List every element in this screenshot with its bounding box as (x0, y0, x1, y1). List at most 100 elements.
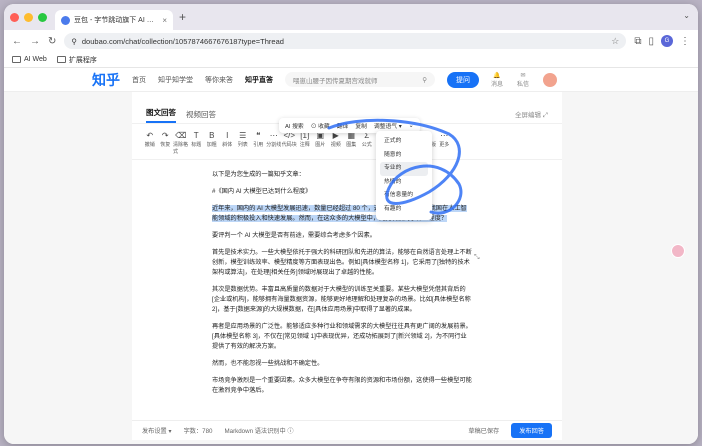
tone-option[interactable]: 随意的 (380, 149, 428, 163)
format-tool-icon: ↷ (161, 131, 169, 140)
bookmark-ai-web[interactable]: AI Web (12, 56, 47, 63)
close-window-button[interactable] (10, 12, 19, 22)
new-tab-button[interactable]: + (179, 10, 186, 24)
tone-option[interactable]: 正式的 (380, 135, 428, 149)
paragraph-text: 以下是为您生成的一篇知乎文章： (212, 171, 305, 178)
maximize-window-button[interactable] (38, 12, 47, 22)
profile-avatar[interactable]: G (661, 35, 673, 47)
selection-action-2[interactable]: 翻译 (337, 121, 349, 130)
format-tool-12[interactable]: ▶ 视频 (328, 130, 344, 155)
ask-button[interactable]: 提问 (447, 71, 479, 88)
format-tool-3[interactable]: T 标题 (189, 130, 205, 155)
format-tool-14[interactable]: Σ 公式 (359, 130, 375, 155)
bookmark-star-icon[interactable]: ☆ (611, 36, 619, 47)
editor-content[interactable]: 以下是为您生成的一篇知乎文章： #《国内 AI 大模型已达到什么程度》近年来，国内… (132, 160, 562, 396)
tab-strip: 豆包 - 字节跳动旗下 AI 智能助手 × + ⌄ (4, 4, 698, 30)
sidebar-icon[interactable]: ▯ (648, 36, 654, 47)
bell-icon: 🔔 (493, 72, 501, 79)
nav-waiting-answers[interactable]: 等你来答 (205, 75, 233, 85)
content-paragraph[interactable]: 其次是数据优势。丰富且高质量的数据对于大模型的训练至关重要。某些大模型凭借其背后… (212, 285, 472, 315)
format-tool-9[interactable]: </> 代码块 (282, 130, 298, 155)
content-paragraph[interactable]: 要评判一个 AI 大模型是否有前途，需要综合考虑多个因素。 (212, 231, 472, 241)
format-tool-icon: ↶ (146, 131, 154, 140)
user-avatar[interactable] (543, 72, 558, 87)
content-paragraph[interactable]: 近年来，国内的 AI 大模型发展迅速，数量已经超过 80 个，这一数据不仅体现了… (212, 204, 472, 224)
content-paragraph[interactable]: 以下是为您生成的一篇知乎文章： (212, 170, 472, 180)
paragraph-text: 其次是数据优势。丰富且高质量的数据对于大模型的训练至关重要。某些大模型凭借其背后… (212, 286, 471, 313)
search-icon[interactable]: ⚲ (422, 76, 427, 84)
format-tool-label: 代码块 (281, 142, 297, 148)
search-input[interactable]: 喂崽山腰子因传夏期宫戏就师 ⚲ (285, 72, 435, 87)
content-paragraph[interactable]: #《国内 AI 大模型已达到什么程度》 (212, 187, 472, 197)
format-tool-8[interactable]: ⋯ 分割线 (266, 130, 282, 155)
format-tool-label: 斜体 (222, 142, 233, 148)
back-icon[interactable]: ← (12, 36, 22, 47)
bookmark-label: AI Web (24, 56, 47, 63)
window-controls (10, 12, 47, 22)
format-tool-icon: ⋯ (269, 131, 278, 140)
format-tool-icon: ⋯ (440, 131, 449, 140)
format-tool-7[interactable]: ❝ 引用 (251, 130, 267, 155)
tab-title: 豆包 - 字节跳动旗下 AI 智能助手 (74, 17, 158, 24)
format-tool-13[interactable]: ▦ 图集 (344, 130, 360, 155)
fullscreen-edit-button[interactable]: 全屏编辑 ⤢ (515, 109, 548, 120)
assistant-avatar[interactable] (671, 244, 685, 258)
format-tool-label: 加粗 (206, 142, 217, 148)
private-messages-button[interactable]: ✉ 私信 (517, 72, 529, 88)
content-paragraph[interactable]: 再者是应用场景的广泛性。能够适应多种行业和领域需求的大模型往往具有更广阔的发展前… (212, 322, 472, 352)
tab-image-text-answer[interactable]: 图文回答 (146, 107, 176, 123)
markdown-hint: Markdown 语法识别中 ⓘ (224, 428, 294, 435)
tab-search-icon[interactable]: ⌄ (683, 11, 690, 20)
content-paragraph[interactable]: 市场竞争激烈是一个重要因素。众多大模型在争夺有限的资源和市场份额，这使得一些模型… (212, 376, 472, 396)
format-tool-label: 视频 (330, 142, 341, 148)
nav-home[interactable]: 首页 (132, 75, 146, 85)
tone-option[interactable]: 热情的 (380, 176, 428, 190)
forward-icon[interactable]: → (30, 36, 40, 47)
tone-option[interactable]: 有趣的 (380, 203, 428, 217)
format-tool-5[interactable]: I 斜体 (220, 130, 236, 155)
selection-action-0[interactable]: AI 搜索 (285, 121, 304, 130)
format-tool-11[interactable]: ▣ 图片 (313, 130, 329, 155)
minimize-window-button[interactable] (24, 12, 33, 22)
reload-icon[interactable]: ↻ (48, 36, 56, 47)
selection-action-4[interactable]: 调整语气 ▾ (374, 121, 402, 130)
format-tool-icon: ⌫ (175, 131, 187, 140)
publish-answer-button[interactable]: 发布回答 (511, 423, 552, 438)
messages-label: 消息 (491, 81, 504, 88)
zhihu-logo[interactable]: 知乎 (92, 70, 120, 90)
format-tool-label: 清除格式 (173, 142, 189, 155)
format-tool-0[interactable]: ↶ 撤销 (142, 130, 158, 155)
tab-video-answer[interactable]: 视频回答 (186, 109, 216, 120)
editor-footer: 发布设置 ▾ 字数：780 Markdown 语法识别中 ⓘ 草稿已保存 发布回… (132, 420, 562, 440)
tone-option[interactable]: 有信息量的 (380, 189, 428, 203)
close-tab-icon[interactable]: × (162, 16, 167, 25)
extensions-icon[interactable]: ⧉ (634, 36, 641, 47)
site-info-icon[interactable]: ⚲ (71, 37, 77, 46)
address-bar[interactable]: ⚲ doubao.com/chat/collection/10578746676… (64, 33, 627, 49)
nav-academy[interactable]: 知乎知学堂 (158, 75, 193, 85)
publish-settings-button[interactable]: 发布设置 ▾ (142, 426, 172, 435)
nav-zhida[interactable]: 知乎直答 (245, 75, 273, 85)
browser-tab[interactable]: 豆包 - 字节跳动旗下 AI 智能助手 × (55, 10, 173, 30)
format-tool-4[interactable]: B 加粗 (204, 130, 220, 155)
tone-option[interactable]: 专业的 (380, 162, 428, 176)
bookmark-extensions[interactable]: 扩展程序 (56, 55, 97, 65)
private-messages-label: 私信 (517, 81, 530, 88)
chat-icon: ✉ (520, 72, 526, 79)
folder-icon (56, 56, 66, 63)
word-count: 字数：780 (183, 428, 213, 435)
content-paragraph[interactable]: 然而，也不能忽视一些挑战和不确定性。 (212, 359, 472, 369)
format-tool-6[interactable]: ☰ 列表 (235, 130, 251, 155)
format-tool-19[interactable]: ⋯ 更多 (437, 130, 453, 155)
selection-action-3[interactable]: 复制 (355, 121, 367, 130)
messages-button[interactable]: 🔔 消息 (491, 72, 503, 88)
answer-editor: 图文回答 视频回答 全屏编辑 ⤢ ↶ 撤销 ↷ 恢复 ⌫ 清除格式 T 标题 B 加粗 I 斜体 ☰ 列表… (132, 92, 562, 428)
selection-action-5[interactable]: ⌄ (409, 123, 414, 129)
format-tool-10[interactable]: [1] 注释 (297, 130, 313, 155)
format-tool-2[interactable]: ⌫ 清除格式 (173, 130, 189, 155)
menu-icon[interactable]: ⋮ (680, 36, 690, 47)
content-paragraph[interactable]: 首先是技术实力。一些大模型依托于强大的科研团队和先进的算法，能够在自然语言处理上… (212, 248, 472, 278)
selection-action-1[interactable]: ⊙ 收藏 (311, 121, 330, 130)
format-tool-1[interactable]: ↷ 恢复 (158, 130, 174, 155)
collapse-arrows-icon[interactable]: ⤡ (474, 254, 484, 264)
